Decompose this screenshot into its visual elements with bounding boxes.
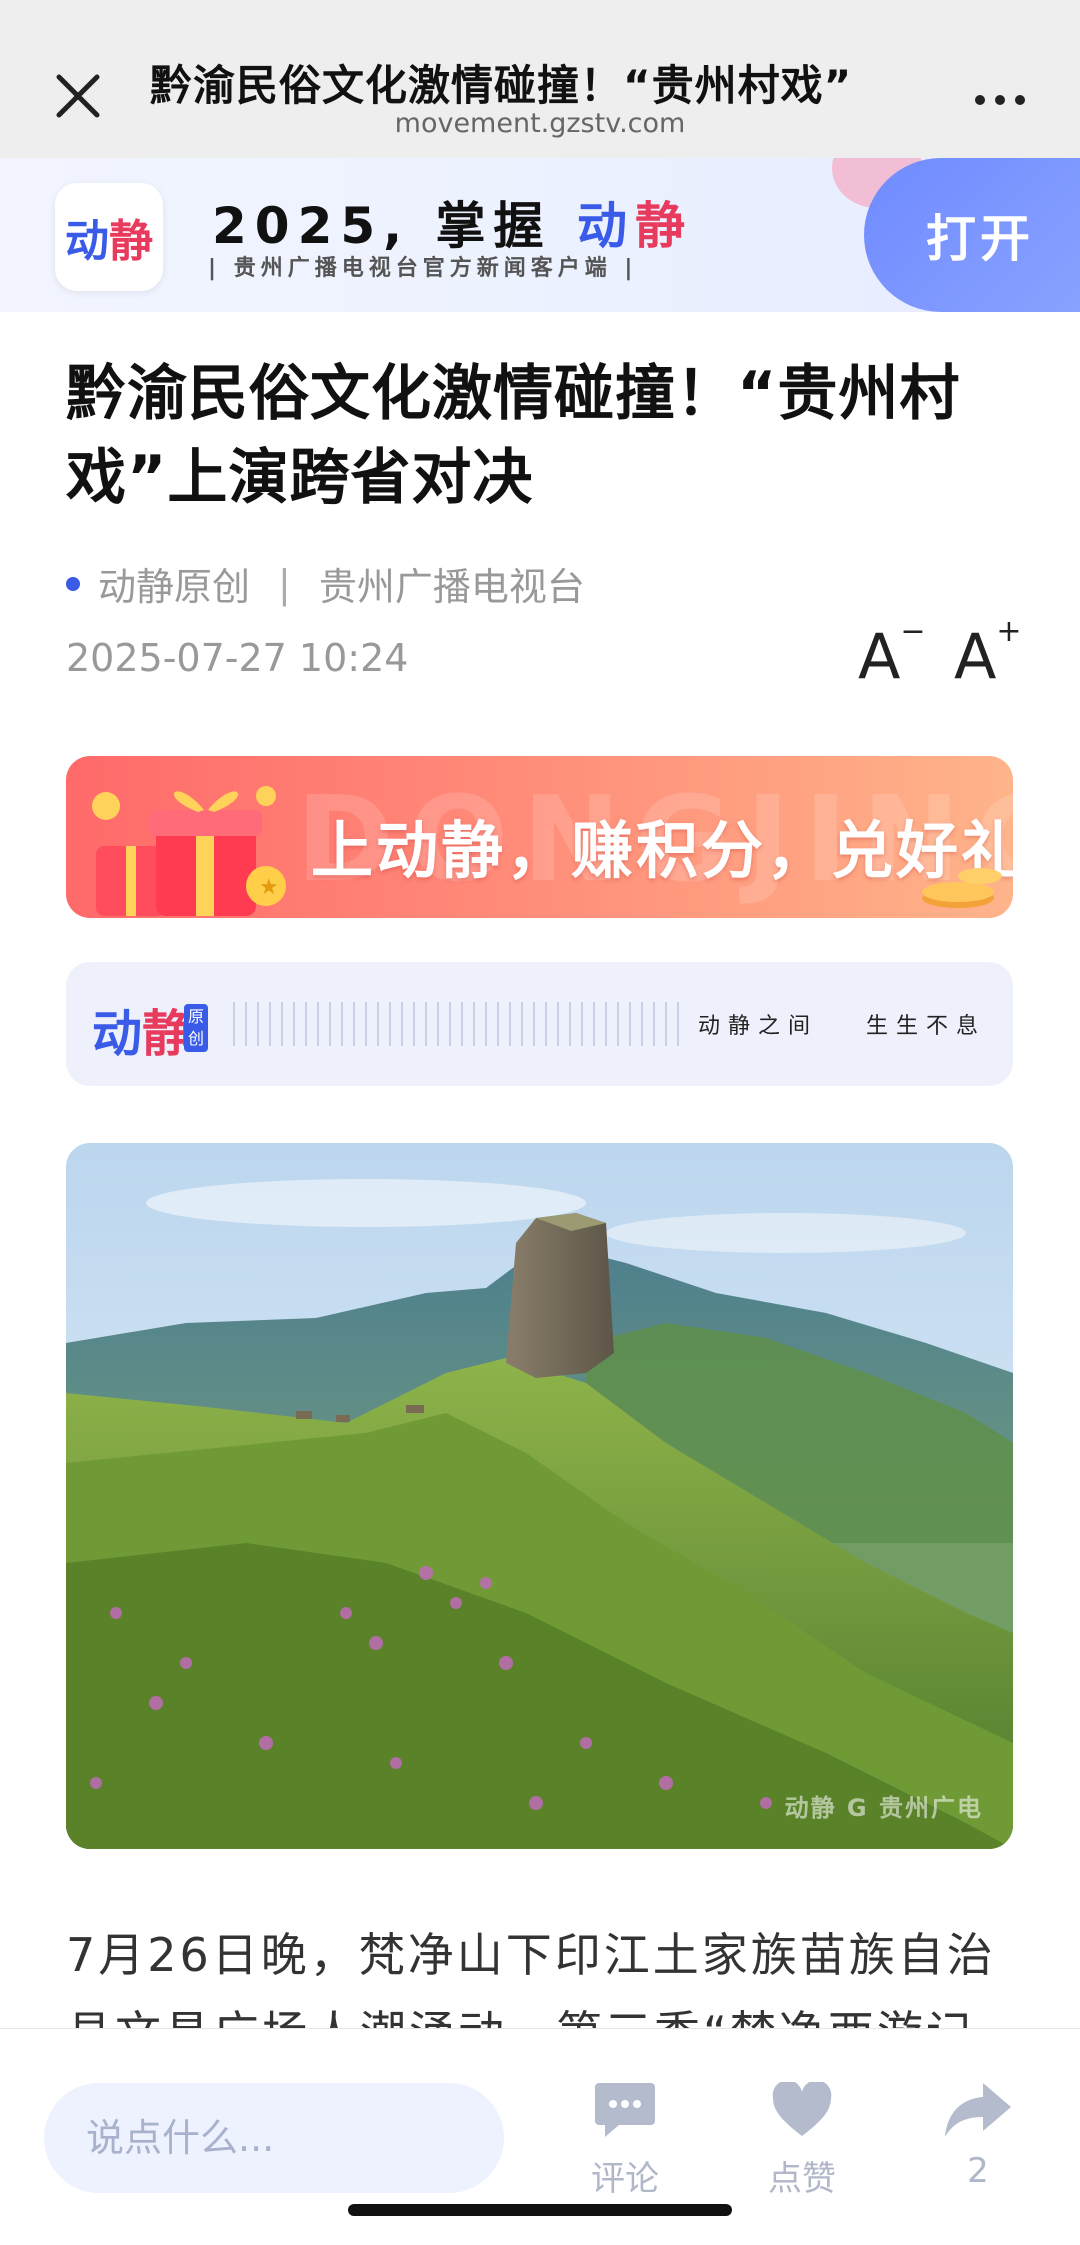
font-increase-sign: +	[996, 614, 1022, 649]
share-button[interactable]: 2	[918, 2075, 1038, 2205]
open-app-button[interactable]: 打开	[864, 158, 1080, 312]
banner-subtitle: | 贵州广播电视台官方新闻客户端 |	[208, 256, 638, 281]
source-original: 动静原创	[98, 565, 251, 609]
banner-slogan: 2025, 掌握 动静	[212, 186, 693, 258]
app-logo: 动静	[55, 183, 163, 291]
more-button[interactable]	[960, 70, 1040, 130]
brand-strip: 动静 原创 动静之间 生生不息	[66, 962, 1013, 1086]
home-indicator[interactable]	[348, 2204, 732, 2216]
heart-icon	[772, 2082, 832, 2136]
source-separator: |	[278, 561, 291, 606]
font-decrease-letter: A	[858, 620, 901, 693]
font-increase-letter: A	[954, 620, 997, 693]
banner-slogan-brand-b: 静	[634, 197, 693, 255]
like-label: 点赞	[768, 2159, 836, 2199]
comment-label: 评论	[591, 2159, 659, 2199]
article-title: 黔渝民俗文化激情碰撞！“贵州村戏”上演跨省对决	[66, 359, 961, 513]
image-watermark: 动静 G 贵州广电	[784, 1794, 983, 1822]
page-title: 黔渝民俗文化激情碰撞！“贵州村戏”	[150, 61, 853, 110]
coins-icon	[922, 868, 1002, 908]
more-dots-icon	[975, 95, 985, 105]
points-promo-banner[interactable]: DONGJING ★ 上动静，赚积分，兑好礼	[66, 756, 1013, 918]
strip-logo-char-a: 动	[92, 1005, 142, 1063]
share-arrow-icon	[945, 2083, 1011, 2137]
app-logo-char-b: 静	[109, 216, 153, 267]
font-increase-button[interactable]: A+	[954, 614, 1022, 693]
mountain-landscape-image	[66, 1143, 1013, 1849]
svg-text:★: ★	[259, 875, 279, 900]
original-tag: 原创	[184, 1004, 208, 1052]
font-decrease-sign: −	[900, 614, 926, 649]
browser-top-bar: 黔渝民俗文化激情碰撞！“贵州村戏” movement.gzstv.com	[0, 0, 1080, 158]
app-logo-char-a: 动	[65, 216, 109, 267]
comment-icon	[595, 2083, 655, 2137]
strip-slogan-b: 生生不息	[866, 1014, 987, 1039]
like-button[interactable]: 点赞	[742, 2075, 862, 2205]
share-count: 2	[967, 2151, 989, 2191]
promo-text: 上动静，赚积分，兑好礼	[311, 814, 1013, 887]
banner-slogan-brand-a: 动	[576, 197, 635, 255]
strip-logo: 动静	[92, 994, 192, 1066]
comment-input[interactable]	[44, 2083, 504, 2193]
article-source: 动静原创 | 贵州广播电视台	[66, 556, 585, 611]
comment-button[interactable]: 评论	[565, 2075, 685, 2205]
font-decrease-button[interactable]: A−	[858, 614, 926, 693]
publish-date: 2025-07-27 10:24	[66, 636, 409, 680]
gift-box-icon: ★	[92, 786, 286, 916]
article-hero-image[interactable]: 动静 G 贵州广电	[66, 1143, 1013, 1849]
banner-slogan-prefix: 2025, 掌握	[212, 197, 552, 255]
source-dot-icon	[66, 576, 80, 591]
app-download-banner[interactable]: 动静 2025, 掌握 动静 | 贵州广播电视台官方新闻客户端 | 打开	[0, 158, 1080, 312]
source-publisher: 贵州广播电视台	[318, 565, 585, 609]
strip-slogan-a: 动静之间	[698, 1014, 819, 1039]
page-url: movement.gzstv.com	[394, 108, 686, 139]
